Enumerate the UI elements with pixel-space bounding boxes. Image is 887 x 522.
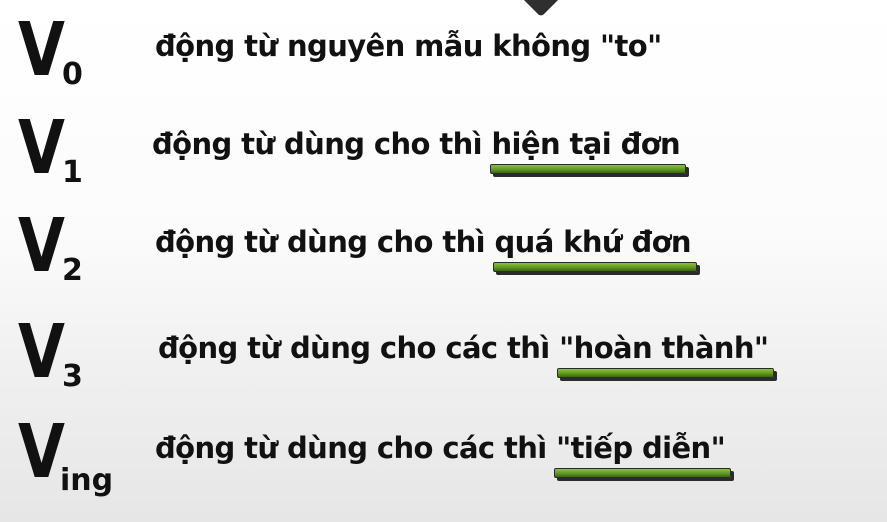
verb-symbol-v3: V 3: [18, 312, 158, 412]
verb-symbol-subscript: 2: [62, 253, 83, 288]
description-text: động từ dùng cho các thì: [155, 431, 557, 465]
highlighted-term: "tiếp diễn": [554, 428, 732, 478]
description-text: động từ dùng cho thì: [155, 225, 495, 259]
verb-symbol-letter: V: [18, 203, 65, 289]
verb-symbol-v0: V 0: [18, 10, 158, 110]
green-underline-bar: [489, 164, 687, 174]
verb-symbol-subscript: 3: [62, 359, 83, 394]
highlighted-term-text: quá khứ đơn: [494, 225, 692, 259]
description-text: động từ dùng cho thì: [152, 127, 492, 161]
verb-symbol-ving: V ing: [18, 412, 158, 512]
highlighted-term: hiện tại đơn: [489, 124, 687, 174]
verb-form-description: động từ dùng cho các thì "tiếp diễn": [155, 428, 732, 478]
verb-symbol-letter: V: [18, 7, 65, 93]
highlighted-term-text: "hoàn thành": [559, 331, 769, 365]
highlighted-term: "hoàn thành": [557, 328, 775, 378]
description-text: động từ dùng cho các thì: [158, 331, 560, 365]
verb-symbol-subscript: 1: [62, 155, 83, 190]
highlighted-term-text: hiện tại đơn: [491, 127, 681, 161]
verb-symbol-subscript: 0: [62, 57, 83, 92]
verb-symbol-subscript: ing: [60, 463, 114, 498]
verb-form-description: động từ nguyên mẫu không "to": [155, 26, 662, 66]
verb-form-row-ving: V ing động từ dùng cho các thì "tiếp diễ…: [0, 412, 887, 512]
verb-form-row-v3: V 3 động từ dùng cho các thì "hoàn thành…: [0, 312, 887, 412]
highlighted-term: quá khứ đơn: [492, 222, 697, 272]
verb-form-description: động từ dùng cho các thì "hoàn thành": [158, 328, 775, 378]
green-underline-bar: [492, 262, 697, 272]
verb-form-description: động từ dùng cho thì quá khứ đơn: [155, 222, 697, 272]
verb-form-row-v0: V 0 động từ nguyên mẫu không "to": [0, 10, 887, 110]
verb-symbol-letter: V: [18, 309, 65, 395]
description-text: động từ nguyên mẫu không "to": [155, 29, 662, 63]
verb-symbol-letter: V: [18, 105, 65, 191]
verb-form-row-v1: V 1 động từ dùng cho thì hiện tại đơn: [0, 108, 887, 208]
green-underline-bar: [557, 368, 775, 378]
highlighted-term-text: "tiếp diễn": [556, 431, 726, 465]
green-underline-bar: [554, 468, 732, 478]
verb-form-description: động từ dùng cho thì hiện tại đơn: [152, 124, 687, 174]
verb-symbol-letter: V: [18, 409, 65, 495]
verb-form-row-v2: V 2 động từ dùng cho thì quá khứ đơn: [0, 206, 887, 306]
verb-symbol-v1: V 1: [18, 108, 158, 208]
verb-symbol-v2: V 2: [18, 206, 158, 306]
